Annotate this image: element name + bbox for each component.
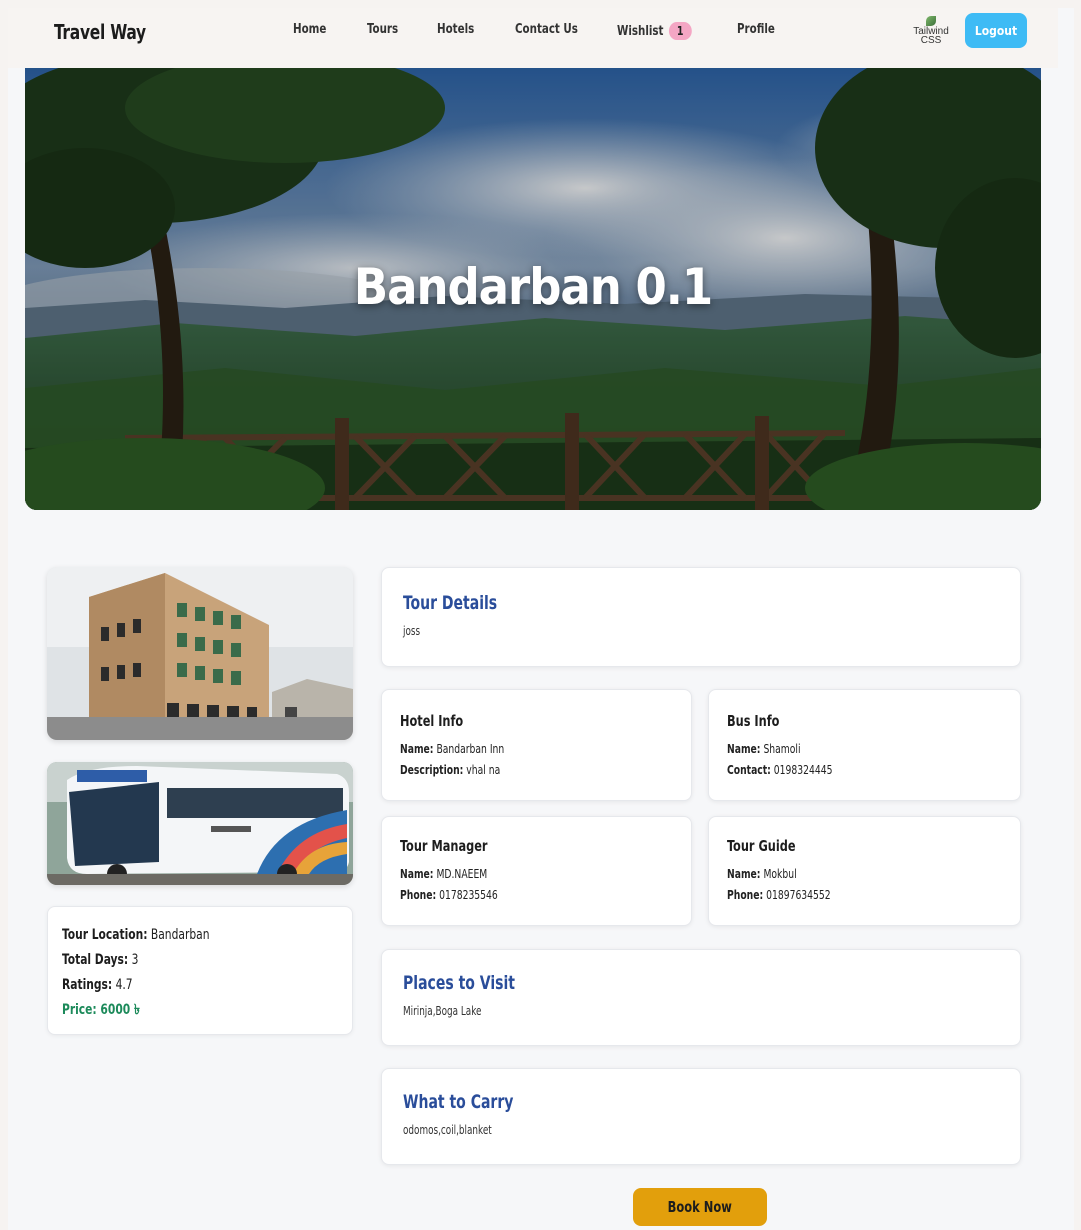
tour-summary-card: Tour Location: Bandarban Total Days: 3 R… [47,906,353,1035]
logout-button[interactable]: Logout [965,13,1027,48]
nav-wishlist-label: Wishlist [617,24,664,39]
nav-hotels[interactable]: Hotels [437,22,474,37]
tour-guide-card: Tour Guide Name: Mokbul Phone: 018976345… [708,816,1021,926]
nav-tours[interactable]: Tours [367,22,398,37]
hotel-photo [47,567,353,740]
tour-details-card: Tour Details joss [381,567,1021,667]
manager-phone-label: Phone: [400,887,437,902]
wishlist-count-badge: 1 [668,22,692,40]
book-now-button[interactable]: Book Now [633,1188,767,1226]
price-label: Price: [62,1002,97,1018]
price-value: 6000 ৳ [100,1002,140,1018]
nav-contact-us[interactable]: Contact Us [515,22,578,37]
manager-name-label: Name: [400,866,434,881]
nav-home[interactable]: Home [293,22,326,37]
tour-manager-title: Tour Manager [400,837,488,855]
hero-banner: Bandarban 0.1 [25,68,1041,510]
guide-name-row: Name: Mokbul [727,863,953,884]
bus-name-label: Name: [727,741,761,756]
ratings-label: Ratings: [62,977,113,993]
bus-info-card: Bus Info Name: Shamoli Contact: 01983244… [708,689,1021,801]
tour-guide-title: Tour Guide [727,837,796,855]
manager-phone-row: Phone: 0178235546 [400,884,624,905]
hotel-building-image [47,567,353,740]
bus-info-title: Bus Info [727,712,780,730]
leaf-icon [926,16,936,26]
manager-name-row: Name: MD.NAEEM [400,863,624,884]
hotel-description-label: Description: [400,762,464,777]
total-days-value: 3 [131,952,139,968]
hotel-name-row: Name: Bandarban Inn [400,738,624,759]
avatar-text: Tailwind CSS [913,26,949,46]
avatar[interactable]: Tailwind CSS [913,16,949,52]
manager-name-value: MD.NAEEM [436,866,488,881]
guide-phone-label: Phone: [727,887,764,902]
what-to-carry-title: What to Carry [403,1091,514,1113]
price-row: Price: 6000 ৳ [62,998,297,1023]
guide-phone-value: 01897634552 [766,887,831,902]
total-days-row: Total Days: 3 [62,948,297,973]
bus-name-value: Shamoli [763,741,801,756]
ratings-value: 4.7 [115,977,133,993]
nav-links: Home Tours Hotels Contact Us Wishlist 1 P… [8,22,1058,42]
bus-photo [47,762,353,885]
what-to-carry-text: odomos,coil,blanket [403,1123,492,1137]
hotel-info-title: Hotel Info [400,712,464,730]
tour-details-text: joss [403,624,421,638]
hotel-description-value: vhal na [466,762,501,777]
guide-phone-row: Phone: 01897634552 [727,884,953,905]
hero-title: Bandarban 0.1 [353,258,713,316]
manager-phone-value: 0178235546 [439,887,498,902]
nav-wishlist[interactable]: Wishlist 1 [617,22,692,40]
hotel-info-card: Hotel Info Name: Bandarban Inn Descripti… [381,689,692,801]
bus-contact-label: Contact: [727,762,771,777]
tour-location-label: Tour Location: [62,927,148,943]
page: Travel Way Home Tours Hotels Contact Us … [8,8,1074,1230]
places-to-visit-text: Mirinja,Boga Lake [403,1004,482,1018]
nav-profile[interactable]: Profile [737,22,775,37]
bus-name-row: Name: Shamoli [727,738,953,759]
places-to-visit-title: Places to Visit [403,972,516,994]
bus-contact-value: 0198324445 [773,762,833,777]
book-now-label: Book Now [667,1198,733,1216]
guide-name-label: Name: [727,866,761,881]
bus-image [47,762,353,885]
hotel-name-value: Bandarban Inn [436,741,505,756]
hotel-name-label: Name: [400,741,434,756]
tour-location-row: Tour Location: Bandarban [62,923,297,948]
bus-contact-row: Contact: 0198324445 [727,759,953,780]
total-days-label: Total Days: [62,952,129,968]
places-to-visit-card: Places to Visit Mirinja,Boga Lake [381,949,1021,1046]
hotel-description-row: Description: vhal na [400,759,624,780]
tour-location-value: Bandarban [150,927,210,943]
navbar: Travel Way Home Tours Hotels Contact Us … [8,8,1058,68]
tour-manager-card: Tour Manager Name: MD.NAEEM Phone: 01782… [381,816,692,926]
what-to-carry-card: What to Carry odomos,coil,blanket [381,1068,1021,1165]
ratings-row: Ratings: 4.7 [62,973,297,998]
tour-details-title: Tour Details [403,592,498,614]
guide-name-value: Mokbul [763,866,797,881]
